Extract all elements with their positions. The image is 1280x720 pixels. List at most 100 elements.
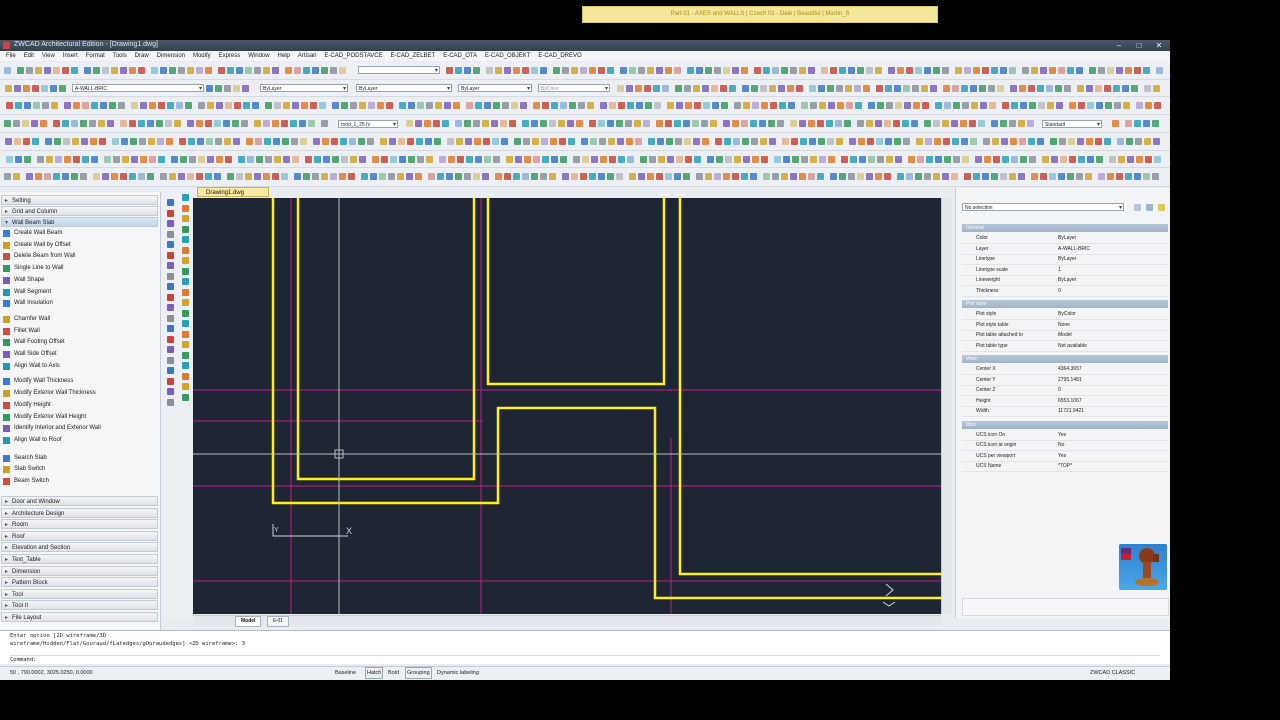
toolbar-tool-icon[interactable] bbox=[1028, 85, 1035, 92]
toolbar-tool-icon[interactable] bbox=[406, 120, 413, 127]
toolbar-tool-icon[interactable] bbox=[908, 156, 915, 163]
toolbar-tool-icon[interactable] bbox=[473, 120, 480, 127]
toolbar-tool-icon[interactable] bbox=[845, 85, 852, 92]
toolbar-tool-icon[interactable] bbox=[571, 67, 578, 74]
toolbar-tool-icon[interactable] bbox=[1123, 102, 1130, 109]
toolbar-tool-icon[interactable] bbox=[214, 173, 221, 180]
toolbar-tool-icon[interactable] bbox=[942, 67, 949, 74]
toolbar-tool-icon[interactable] bbox=[236, 173, 243, 180]
toolbar-tool-icon[interactable] bbox=[129, 67, 136, 74]
toolbar-tool-icon[interactable] bbox=[867, 138, 874, 145]
toolbar-tool-icon[interactable] bbox=[1104, 85, 1111, 92]
side-tool-icon[interactable] bbox=[182, 341, 189, 348]
status-toggle-dynamic-labeling[interactable]: Dynamic labeling bbox=[437, 667, 479, 679]
toolbar-tool-icon[interactable] bbox=[580, 67, 587, 74]
tab-layout-601[interactable]: 6-01 bbox=[267, 616, 290, 627]
property-row[interactable]: Linetype ByLayer bbox=[962, 254, 1168, 265]
menu-item[interactable]: Window bbox=[248, 51, 269, 61]
toolbar-tool-icon[interactable] bbox=[71, 120, 78, 127]
toolbar-tool-icon[interactable] bbox=[895, 156, 902, 163]
toolbar-tool-icon[interactable] bbox=[444, 102, 451, 109]
toolbar-tool-icon[interactable] bbox=[509, 120, 516, 127]
toolbar-tool-icon[interactable] bbox=[265, 156, 272, 163]
toolbar-tool-icon[interactable] bbox=[484, 156, 491, 163]
menu-item[interactable]: Tools bbox=[113, 51, 127, 61]
toolbar-tool-icon[interactable] bbox=[721, 102, 728, 109]
toolbar-tool-icon[interactable] bbox=[942, 173, 949, 180]
toolbar-tool-icon[interactable] bbox=[1125, 67, 1132, 74]
toolbar-tool-icon[interactable] bbox=[1118, 156, 1125, 163]
toolbar-tool-icon[interactable] bbox=[522, 67, 529, 74]
toolbar-tool-icon[interactable] bbox=[568, 138, 575, 145]
toolbar-tool-icon[interactable] bbox=[377, 102, 384, 109]
panel-section[interactable]: File Layout bbox=[1, 612, 158, 623]
toolbar-tool-icon[interactable] bbox=[1089, 67, 1096, 74]
wall-command-item[interactable]: Wall Shape bbox=[2, 275, 44, 286]
toolbar-tool-icon[interactable] bbox=[46, 156, 53, 163]
toolbar-tool-icon[interactable] bbox=[109, 102, 116, 109]
toolbar-tool-icon[interactable] bbox=[761, 156, 768, 163]
side-tool-icon[interactable] bbox=[182, 267, 189, 275]
toolbar-tool-icon[interactable] bbox=[723, 120, 730, 127]
side-tool-icon[interactable] bbox=[182, 320, 189, 327]
toolbar-tool-icon[interactable] bbox=[692, 120, 699, 127]
toolbar-tool-icon[interactable] bbox=[120, 67, 127, 74]
toolbar-tool-icon[interactable] bbox=[988, 85, 995, 92]
toolbar-tool-icon[interactable] bbox=[877, 156, 884, 163]
toolbar-tool-icon[interactable] bbox=[216, 102, 223, 109]
toolbar-tool-icon[interactable] bbox=[90, 138, 97, 145]
toolbar-tool-icon[interactable] bbox=[827, 85, 834, 92]
toolbar-tool-icon[interactable] bbox=[962, 102, 969, 109]
toolbar-tool-icon[interactable] bbox=[582, 156, 589, 163]
toolbar-tool-icon[interactable] bbox=[13, 120, 20, 127]
toolbar-tool-icon[interactable] bbox=[457, 156, 464, 163]
toolbar-tool-icon[interactable] bbox=[607, 173, 614, 180]
side-tool-icon[interactable] bbox=[182, 351, 189, 359]
toolbar-tool-icon[interactable] bbox=[886, 156, 893, 163]
toolbar-tool-icon[interactable] bbox=[809, 85, 816, 92]
toolbar-tool-icon[interactable] bbox=[1125, 173, 1132, 180]
section-grid-column[interactable]: Grid and Column bbox=[1, 206, 158, 217]
toolbar-tool-icon[interactable] bbox=[473, 173, 480, 180]
toolbar-tool-icon[interactable] bbox=[111, 67, 118, 74]
toolbar-tool-icon[interactable] bbox=[64, 156, 71, 163]
toolbar-tool-icon[interactable] bbox=[991, 67, 998, 74]
toolbar-tool-icon[interactable] bbox=[140, 156, 147, 163]
toolbar-tool-icon[interactable] bbox=[138, 67, 145, 74]
search-combo[interactable] bbox=[358, 66, 440, 74]
side-tool-icon[interactable] bbox=[167, 325, 174, 332]
toolbar-tool-icon[interactable] bbox=[398, 138, 405, 145]
tab-drawing1[interactable]: Drawing1.dwg bbox=[197, 187, 269, 197]
toolbar-tool-icon[interactable] bbox=[991, 120, 998, 127]
toolbar-tool-icon[interactable] bbox=[80, 120, 87, 127]
toolbar-tool-icon[interactable] bbox=[915, 173, 922, 180]
toolbar-tool-icon[interactable] bbox=[667, 102, 674, 109]
property-row[interactable]: Color ByLayer bbox=[962, 233, 1168, 244]
toolbar-tool-icon[interactable] bbox=[1122, 85, 1129, 92]
toolbar-tool-icon[interactable] bbox=[531, 67, 538, 74]
toolbar-tool-icon[interactable] bbox=[904, 102, 911, 109]
toolbar-tool-icon[interactable] bbox=[187, 67, 194, 74]
toolbar-tool-icon[interactable] bbox=[629, 67, 636, 74]
status-toggle-bold[interactable]: Bold bbox=[388, 667, 399, 679]
toolbar-tool-icon[interactable] bbox=[113, 156, 120, 163]
toolbar-tool-icon[interactable] bbox=[774, 156, 781, 163]
menu-item[interactable]: Draw bbox=[135, 51, 149, 61]
side-tool-icon[interactable] bbox=[167, 377, 174, 385]
toolbar-tool-icon[interactable] bbox=[903, 138, 910, 145]
toolbar-tool-icon[interactable] bbox=[1059, 138, 1066, 145]
tab-model[interactable]: Model bbox=[235, 616, 262, 627]
toolbar-tool-icon[interactable] bbox=[694, 102, 701, 109]
toolbar-tool-icon[interactable] bbox=[723, 67, 730, 74]
toolbar-tool-icon[interactable] bbox=[617, 85, 624, 92]
toolbar-tool-icon[interactable] bbox=[935, 102, 942, 109]
color-dropdown[interactable]: ByLayer bbox=[260, 84, 348, 92]
toolbar-tool-icon[interactable] bbox=[662, 85, 669, 92]
side-tool-icon[interactable] bbox=[167, 293, 174, 301]
toolbar-tool-icon[interactable] bbox=[576, 120, 583, 127]
toolbar-tool-icon[interactable] bbox=[1069, 156, 1076, 163]
toolbar-tool-icon[interactable] bbox=[1098, 173, 1105, 180]
toolbar-tool-icon[interactable] bbox=[322, 138, 329, 145]
toolbar-tool-icon[interactable] bbox=[53, 173, 60, 180]
menu-item[interactable]: Express bbox=[219, 51, 241, 61]
